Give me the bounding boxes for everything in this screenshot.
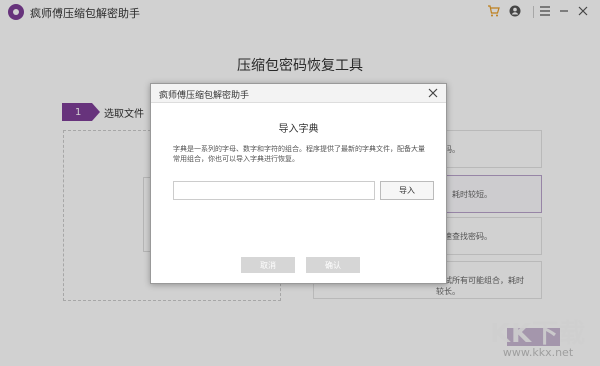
dialog-title: 疯师傅压缩包解密助手 bbox=[159, 91, 250, 101]
import-dictionary-dialog: 疯师傅压缩包解密助手 导入字典 字典是一系列的字母、数字和字符的组合。程序提供了… bbox=[150, 83, 447, 284]
cancel-button[interactable]: 取消 bbox=[241, 257, 295, 273]
dialog-header: 疯师傅压缩包解密助手 bbox=[151, 84, 446, 103]
dialog-description: 字典是一系列的字母、数字和字符的组合。程序提供了最新的字典文件，配备大量常用组合… bbox=[173, 145, 425, 163]
dialog-heading: 导入字典 bbox=[278, 124, 319, 135]
watermark-text: KK下载 bbox=[489, 319, 587, 349]
watermark-url: www.kkx.net bbox=[502, 346, 574, 359]
watermark: KK下载 www.kkx.net bbox=[480, 313, 596, 361]
confirm-button[interactable]: 确认 bbox=[306, 257, 360, 273]
dialog-close-icon[interactable] bbox=[426, 86, 440, 100]
import-button[interactable]: 导入 bbox=[380, 181, 434, 200]
dictionary-path-input[interactable] bbox=[173, 181, 375, 200]
app-window: 疯师傅压缩包解密助手 压缩包密码恢复工具 1 选取文件 密码。 码，耗时较短。 … bbox=[0, 0, 600, 366]
